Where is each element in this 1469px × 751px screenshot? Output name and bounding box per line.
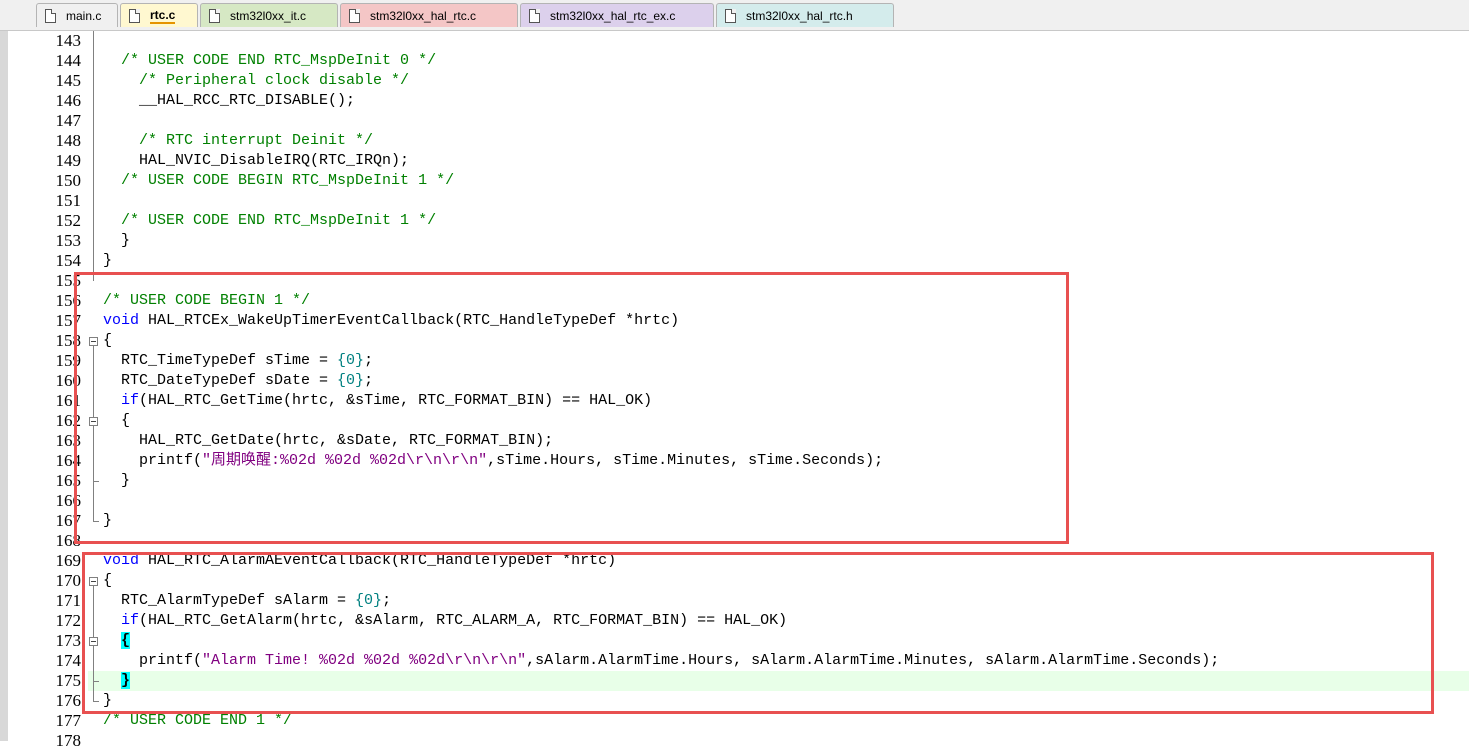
line-number: 164 — [55, 451, 82, 470]
line-number: 154 — [55, 251, 82, 270]
line-number: 149 — [55, 151, 82, 170]
tab-main-c[interactable]: main.c — [36, 3, 118, 27]
tab-label: rtc.c — [150, 7, 176, 24]
line-number: 161 — [55, 391, 82, 410]
fold-toggle-icon[interactable] — [89, 637, 98, 646]
line-number: 172 — [55, 611, 82, 630]
line-number: 148 — [55, 131, 82, 150]
line-number: 160 — [55, 371, 82, 390]
code-line[interactable]: } — [103, 251, 112, 271]
line-number: 146 — [55, 91, 82, 110]
tab-stm32l0xx-hal-rtc-ex-c[interactable]: stm32l0xx_hal_rtc_ex.c — [520, 3, 714, 27]
file-icon — [209, 8, 220, 23]
code-line[interactable]: if(HAL_RTC_GetAlarm(hrtc, &sAlarm, RTC_A… — [103, 611, 787, 631]
current-line-highlight — [88, 671, 1469, 691]
fold-end-marker — [93, 681, 99, 682]
line-number: 152 — [55, 211, 82, 230]
line-number: 167 — [55, 511, 82, 530]
line-number: 155 — [55, 271, 82, 290]
line-number: 150 — [55, 171, 82, 190]
tab-stm32l0xx-it-c[interactable]: stm32l0xx_it.c — [200, 3, 338, 27]
fold-toggle-icon[interactable] — [89, 337, 98, 346]
fold-end-marker — [93, 701, 99, 702]
line-number: 175 — [55, 671, 82, 690]
line-number: 156 — [55, 291, 82, 310]
line-number: 158 — [55, 331, 82, 350]
line-number: 174 — [55, 651, 82, 670]
code-line[interactable]: { — [103, 331, 112, 351]
code-line[interactable]: HAL_NVIC_DisableIRQ(RTC_IRQn); — [103, 151, 409, 171]
code-line[interactable]: RTC_TimeTypeDef sTime = {0}; — [103, 351, 373, 371]
fold-guide-line — [93, 426, 94, 481]
tab-rtc-c[interactable]: rtc.c — [120, 3, 198, 27]
fold-end-marker — [93, 521, 99, 522]
line-number: 147 — [55, 111, 82, 130]
code-line[interactable]: if(HAL_RTC_GetTime(hrtc, &sTime, RTC_FOR… — [103, 391, 652, 411]
line-number: 170 — [55, 571, 82, 590]
code-line[interactable]: } — [103, 671, 131, 691]
tab-stm32l0xx-hal-rtc-c[interactable]: stm32l0xx_hal_rtc.c — [340, 3, 518, 27]
fold-guide-line — [93, 646, 94, 681]
file-icon — [129, 8, 140, 23]
code-line[interactable]: /* Peripheral clock disable */ — [103, 71, 409, 91]
code-editor[interactable]: 143 144 /* USER CODE END RTC_MspDeInit 0 … — [0, 31, 1469, 750]
line-number: 157 — [55, 311, 82, 330]
code-line[interactable]: { — [103, 571, 112, 591]
tab-label: stm32l0xx_hal_rtc_ex.c — [550, 8, 676, 23]
line-number: 166 — [55, 491, 82, 510]
line-number: 143 — [55, 31, 82, 50]
code-line[interactable]: /* USER CODE END 1 */ — [103, 711, 292, 731]
code-line[interactable]: } — [103, 691, 112, 711]
code-line[interactable]: } — [103, 511, 112, 531]
line-number: 168 — [55, 531, 82, 550]
fold-toggle-icon[interactable] — [89, 417, 98, 426]
line-number: 153 — [55, 231, 82, 250]
tab-label: stm32l0xx_hal_rtc.h — [746, 8, 853, 23]
code-line[interactable]: printf("Alarm Time! %02d %02d %02d\r\n\r… — [103, 651, 1219, 671]
fold-end-marker — [93, 481, 99, 482]
code-line[interactable]: /* USER CODE BEGIN 1 */ — [103, 291, 310, 311]
file-icon — [725, 8, 736, 23]
tab-label: stm32l0xx_it.c — [230, 8, 307, 23]
file-tab-bar: main.c rtc.c stm32l0xx_it.c stm32l0xx_hal_r… — [0, 0, 1469, 31]
code-line[interactable]: void HAL_RTC_AlarmAEventCallback(RTC_Han… — [103, 551, 616, 571]
code-line[interactable]: /* USER CODE BEGIN RTC_MspDeInit 1 */ — [103, 171, 454, 191]
code-line[interactable]: } — [103, 471, 130, 491]
code-line[interactable]: __HAL_RCC_RTC_DISABLE(); — [103, 91, 355, 111]
line-number: 177 — [55, 711, 82, 730]
code-line[interactable]: } — [103, 231, 130, 251]
code-line[interactable]: /* USER CODE END RTC_MspDeInit 1 */ — [103, 211, 436, 231]
line-number: 165 — [55, 471, 82, 490]
line-number: 171 — [55, 591, 82, 610]
code-line[interactable]: RTC_AlarmTypeDef sAlarm = {0}; — [103, 591, 391, 611]
line-number: 162 — [55, 411, 82, 430]
line-number: 163 — [55, 431, 82, 450]
editor-left-margin — [0, 31, 8, 741]
code-line[interactable]: void HAL_RTCEx_WakeUpTimerEventCallback(… — [103, 311, 679, 331]
tab-label: stm32l0xx_hal_rtc.c — [370, 8, 477, 23]
line-number: 159 — [55, 351, 82, 370]
file-icon — [529, 8, 540, 23]
fold-guide-line — [93, 31, 94, 281]
line-number: 178 — [55, 731, 82, 750]
code-line[interactable]: printf("周期唤醒:%02d %02d %02d\r\n\r\n",sTi… — [103, 451, 883, 471]
line-number: 169 — [55, 551, 82, 570]
tab-stm32l0xx-hal-rtc-h[interactable]: stm32l0xx_hal_rtc.h — [716, 3, 894, 27]
line-number: 176 — [55, 691, 82, 710]
line-number: 145 — [55, 71, 82, 90]
line-number: 151 — [55, 191, 82, 210]
code-line[interactable]: /* RTC interrupt Deinit */ — [103, 131, 373, 151]
line-number: 173 — [55, 631, 82, 650]
code-line[interactable]: RTC_DateTypeDef sDate = {0}; — [103, 371, 373, 391]
code-line[interactable]: /* USER CODE END RTC_MspDeInit 0 */ — [103, 51, 436, 71]
file-icon — [349, 8, 360, 23]
file-icon — [45, 8, 56, 23]
tab-label: main.c — [66, 8, 102, 23]
code-line[interactable]: { — [103, 411, 130, 431]
line-number: 144 — [55, 51, 82, 70]
code-line[interactable]: { — [103, 631, 131, 651]
code-line[interactable]: HAL_RTC_GetDate(hrtc, &sDate, RTC_FORMAT… — [103, 431, 553, 451]
fold-toggle-icon[interactable] — [89, 577, 98, 586]
